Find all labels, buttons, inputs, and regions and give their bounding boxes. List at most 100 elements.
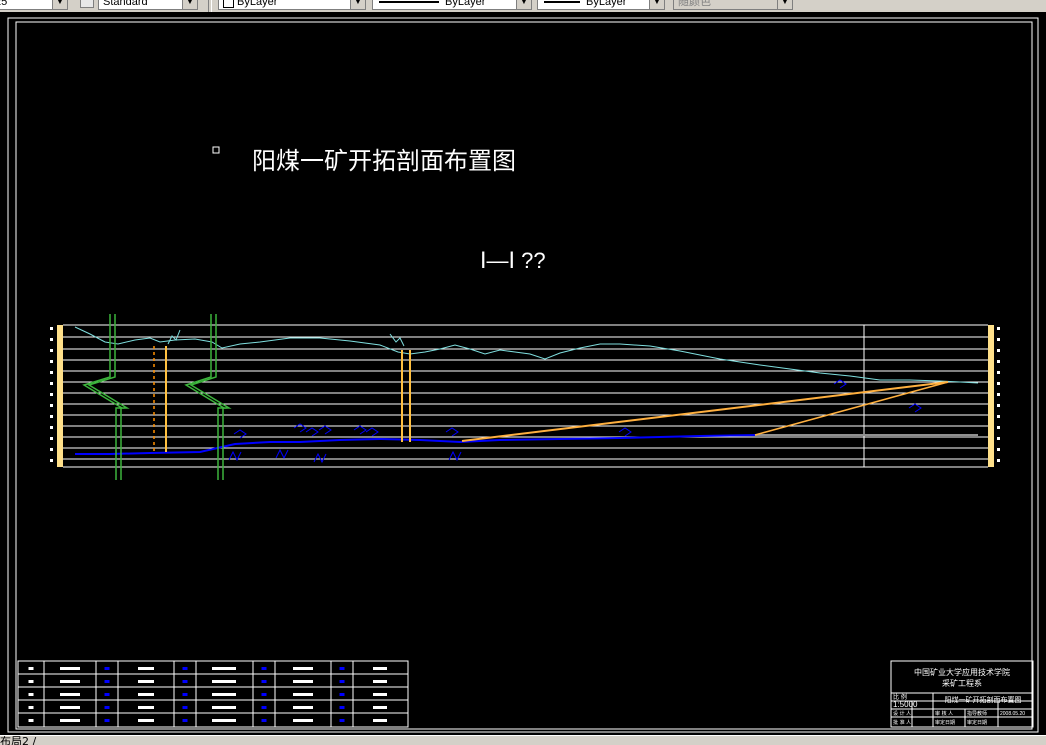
scale-value: 1:5000: [893, 700, 918, 709]
edge-tick: [50, 459, 53, 462]
drawing-name: 阳煤一矿开拓剖面布置图: [945, 695, 1022, 704]
left-edge-bar: [57, 325, 63, 467]
lineweight-combo[interactable]: ByLayer ▼: [537, 0, 665, 10]
edge-tick: [997, 404, 1000, 407]
seam-detail: [365, 427, 379, 437]
legend-symbol: [212, 667, 236, 670]
approver-label: 批 准 人: [893, 719, 911, 726]
legend-symbol: [339, 706, 345, 709]
legend-symbol: [60, 680, 80, 683]
legend-symbol: [261, 719, 267, 722]
lineweight-value: ByLayer: [586, 0, 627, 8]
coal-seam-line: [75, 434, 761, 455]
title-marker: [212, 146, 220, 154]
legend-symbol: [28, 693, 34, 696]
legend-symbol: [212, 706, 236, 709]
legend-symbol: [373, 667, 387, 670]
edge-tick: [997, 371, 1000, 374]
seam-detail: [305, 427, 319, 437]
role3-label: 审定日期: [967, 719, 987, 726]
legend-symbol: [293, 680, 313, 683]
section-profile: [50, 314, 1000, 480]
designer-label: 设 计 人: [893, 710, 911, 717]
legend-symbol: [138, 719, 154, 722]
seam-detail: [908, 403, 922, 413]
seam-detail: [618, 427, 632, 437]
legend-symbol: [261, 706, 267, 709]
drawing-title: 阳煤一矿开拓剖面布置图: [252, 147, 516, 175]
chevron-down-icon[interactable]: ▼: [649, 0, 664, 9]
legend-symbol: [212, 693, 236, 696]
role2-label: 审定日期: [935, 719, 955, 726]
edge-tick: [997, 393, 1000, 396]
seam-detail: [833, 379, 847, 389]
dimstyle-combo[interactable]: 25 ▼: [0, 0, 68, 10]
legend-symbol: [104, 719, 110, 722]
edge-tick: [50, 327, 53, 330]
legend-symbol: [28, 706, 34, 709]
legend-symbol: [138, 667, 154, 670]
chevron-down-icon[interactable]: ▼: [182, 0, 197, 9]
linetype-combo[interactable]: ByLayer ▼: [372, 0, 532, 10]
plotstyle-value: 随颜色: [678, 0, 711, 8]
legend-symbol: [339, 680, 345, 683]
legend-symbol: [293, 667, 313, 670]
dimstyle-value: 25: [0, 0, 8, 8]
institution-name: 中国矿业大学应用技术学院: [914, 667, 1010, 677]
legend-symbol: [138, 706, 154, 709]
legend-symbol: [182, 706, 188, 709]
legend-symbol: [138, 693, 154, 696]
legend-symbol: [138, 680, 154, 683]
text-style-icon[interactable]: [80, 0, 94, 8]
chevron-down-icon[interactable]: ▼: [777, 0, 792, 9]
checker-label: 审 核 人: [935, 710, 953, 717]
edge-tick: [50, 349, 53, 352]
drawing-canvas[interactable]: 阳煤一矿开拓剖面布置图 Ⅰ—Ⅰ ?? 中国矿业大学应用技术学院 采矿工程系 比 …: [0, 12, 1046, 735]
legend-symbol: [182, 667, 188, 670]
lineweight-preview: [544, 1, 580, 3]
seam-detail: [445, 427, 459, 437]
legend-symbol: [261, 693, 267, 696]
role1-label: 指导教师: [967, 710, 987, 717]
color-swatch-icon: [223, 0, 234, 8]
legend-symbol: [339, 719, 345, 722]
legend-symbol: [373, 680, 387, 683]
legend-symbol: [60, 693, 80, 696]
legend-symbol: [104, 667, 110, 670]
edge-tick: [50, 393, 53, 396]
legend-symbol: [28, 719, 34, 722]
legend-symbol: [60, 706, 80, 709]
legend-symbol: [339, 693, 345, 696]
text-style-combo[interactable]: Standard ▼: [98, 0, 198, 10]
section-label: Ⅰ—Ⅰ ??: [480, 248, 546, 273]
legend-symbol: [104, 693, 110, 696]
chevron-down-icon[interactable]: ▼: [516, 0, 531, 9]
edge-tick: [997, 448, 1000, 451]
seam-detail: [293, 423, 307, 433]
edge-tick: [50, 371, 53, 374]
legend-symbol: [182, 680, 188, 683]
edge-tick: [997, 382, 1000, 385]
date-value: 2008.05.20: [1000, 711, 1025, 717]
color-combo[interactable]: ByLayer ▼: [218, 0, 366, 10]
legend-symbol: [212, 680, 236, 683]
linetype-preview: [379, 1, 439, 3]
title-block: 中国矿业大学应用技术学院 采矿工程系 比 例 1:5000 阳煤一矿开拓剖面布置…: [890, 660, 1034, 728]
inner-frame: [15, 21, 1033, 730]
main-incline: [461, 381, 949, 442]
seam-detail: [313, 452, 327, 464]
legend-symbol: [104, 706, 110, 709]
chevron-down-icon[interactable]: ▼: [350, 0, 365, 9]
legend-symbol: [28, 680, 34, 683]
chevron-down-icon[interactable]: ▼: [52, 0, 67, 9]
edge-tick: [50, 448, 53, 451]
edge-tick: [50, 360, 53, 363]
legend-symbol: [373, 693, 387, 696]
edge-tick: [50, 382, 53, 385]
text-style-value: Standard: [103, 0, 148, 8]
edge-tick: [997, 459, 1000, 462]
plotstyle-combo[interactable]: 随颜色 ▼: [673, 0, 793, 10]
edge-tick: [50, 437, 53, 440]
legend-symbol: [261, 680, 267, 683]
edge-tick: [997, 338, 1000, 341]
